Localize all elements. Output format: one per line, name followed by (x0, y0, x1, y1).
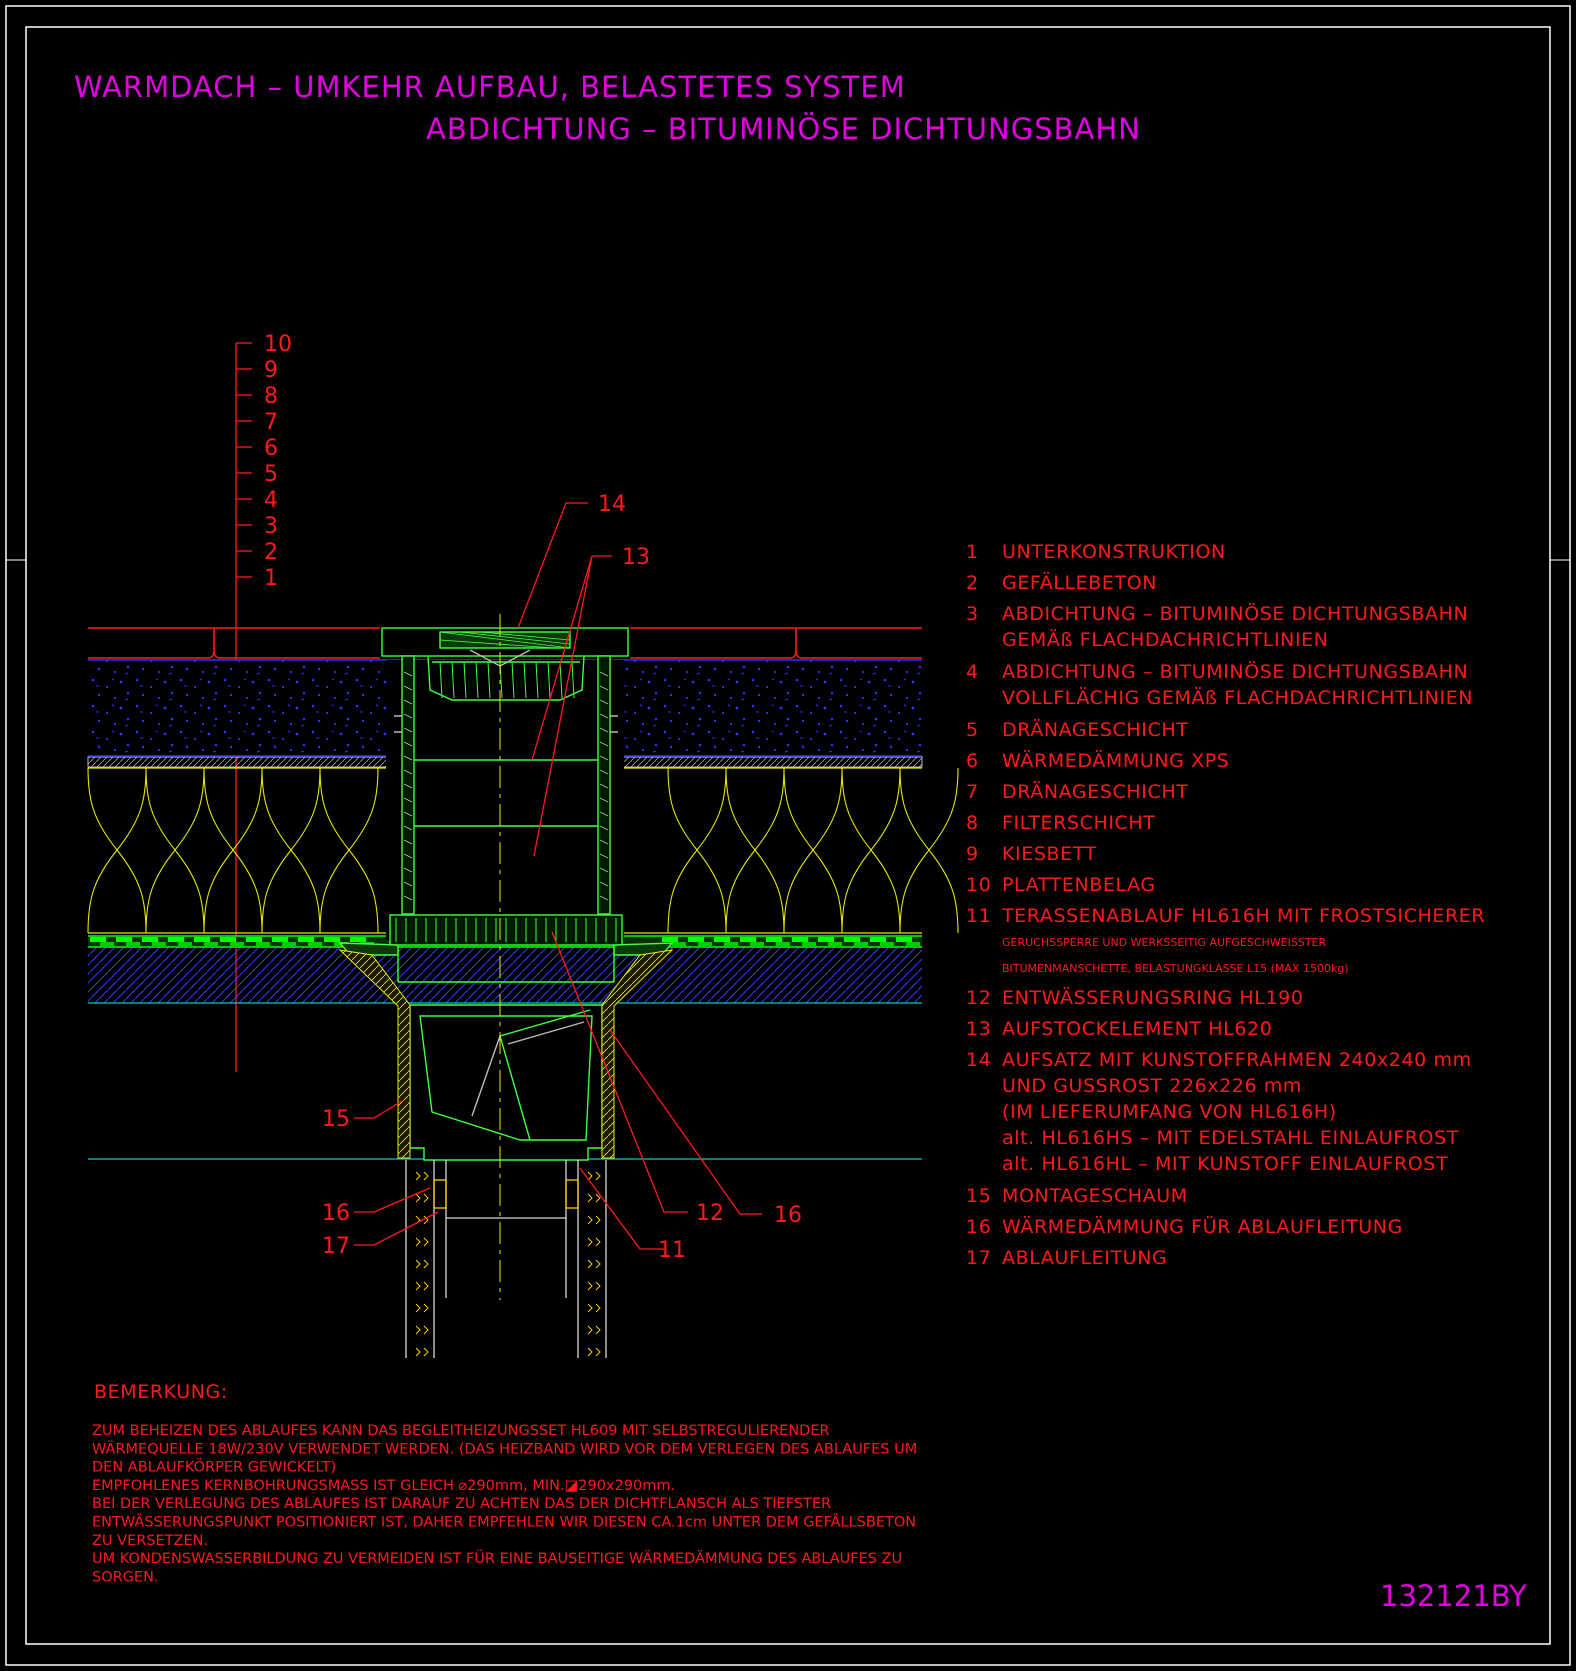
drain-pipe (405, 1160, 607, 1358)
scale-label: 9 (264, 358, 278, 383)
callout-17: 17 (322, 1234, 350, 1259)
legend-text: MONTAGESCHAUM (1002, 1185, 1188, 1207)
remark-line: ZU VERSETZEN. (92, 1533, 208, 1549)
legend-number: 9 (966, 843, 979, 865)
legend-text: FILTERSCHICHT (1002, 812, 1156, 834)
remark-line: BEI DER VERLEGUNG DES ABLAUFES IST DARAU… (92, 1496, 831, 1512)
legend-number: 11 (966, 905, 991, 927)
legend-text: (IM LIEFERUMFANG VON HL616H) (1002, 1101, 1337, 1123)
legend-number: 6 (966, 750, 979, 772)
scale-label: 1 (264, 566, 278, 591)
legend-number: 7 (966, 781, 979, 803)
legend-text: alt. HL616HS – MIT EDELSTAHL EINLAUFROST (1002, 1127, 1459, 1149)
legend-text: ABDICHTUNG – BITUMINÖSE DICHTUNGSBAHN (1002, 660, 1468, 683)
remark-line: UM KONDENSWASSERBILDUNG ZU VERMEIDEN IST… (92, 1549, 902, 1567)
legend-text: AUFSTOCKELEMENT HL620 (1002, 1018, 1272, 1040)
legend-number: 14 (966, 1049, 991, 1071)
legend-number: 16 (966, 1216, 991, 1238)
title-line-1: WARMDACH – UMKEHR AUFBAU, BELASTETES SYS… (74, 70, 906, 104)
scale-label: 5 (264, 462, 278, 487)
legend-number: 12 (966, 987, 991, 1009)
scale-label: 2 (264, 540, 278, 565)
remark-line: DEN ABLAUFKÖRPER GEWICKELT) (92, 1458, 336, 1476)
remark-line: EMPFOHLENES KERNBOHRUNGSMASS IST GLEICH … (92, 1478, 675, 1494)
legend-text: ENTWÄSSERUNGSRING HL190 (1002, 986, 1304, 1009)
legend-text: UNTERKONSTRUKTION (1002, 541, 1226, 563)
callout-11: 11 (658, 1238, 686, 1263)
legend-small-text: GERUCHSSPERRE UND WERKSSEITIG AUFGESCHWE… (1002, 936, 1326, 949)
legend-number: 10 (966, 874, 991, 896)
callout-14: 14 (598, 492, 626, 517)
drawing-number: 132121BY (1380, 1579, 1527, 1613)
scale-label: 7 (264, 410, 278, 435)
legend-text: GEFÄLLEBETON (1002, 571, 1157, 594)
legend-text: UND GUSSROST 226x226 mm (1002, 1075, 1302, 1097)
legend-number: 2 (966, 572, 979, 594)
legend-number: 15 (966, 1185, 991, 1207)
remarks-text: ZUM BEHEIZEN DES ABLAUFES KANN DAS BEGLE… (92, 1423, 917, 1585)
legend-number: 13 (966, 1018, 991, 1040)
legend-text: AUFSATZ MIT KUNSTOFFRAHMEN 240x240 mm (1002, 1049, 1472, 1071)
scale-label: 8 (264, 384, 278, 409)
legend-number: 1 (966, 541, 979, 563)
legend-text: TERASSENABLAUF HL616H MIT FROSTSICHERER (1001, 905, 1485, 927)
legend-text: DRÄNAGESCHICHT (1002, 718, 1188, 741)
legend-text: GEMÄß FLACHDACHRICHTLINIEN (1002, 628, 1329, 651)
scale-label: 4 (264, 488, 278, 513)
remark-line: ZUM BEHEIZEN DES ABLAUFES KANN DAS BEGLE… (92, 1423, 830, 1439)
legend: 1 UNTERKONSTRUKTION 2 GEFÄLLEBETON 3 ABDICHTU… (966, 541, 1485, 1269)
legend-text: ABDICHTUNG – BITUMINÖSE DICHTUNGSBAHN (1002, 602, 1468, 625)
callout-13: 13 (622, 545, 650, 570)
callout-16-right: 16 (774, 1203, 802, 1228)
slope-concrete-layer (88, 947, 922, 1003)
legend-number: 3 (966, 603, 979, 625)
legend-text: WÄRMEDÄMMUNG FÜR ABLAUFLEITUNG (1002, 1215, 1403, 1238)
remark-line: SORGEN. (92, 1569, 159, 1585)
scale-label: 6 (264, 436, 278, 461)
legend-text: PLATTENBELAG (1002, 874, 1156, 896)
legend-text: KIESBETT (1002, 843, 1097, 865)
remarks-heading: BEMERKUNG: (94, 1381, 228, 1403)
legend-text: VOLLFLÄCHIG GEMÄß FLACHDACHRICHTLINIEN (1002, 686, 1473, 709)
remark-line: ENTWÄSSERUNGSPUNKT POSITIONIERT IST, DAH… (92, 1513, 916, 1531)
callout-16-left: 16 (322, 1201, 350, 1226)
scale-label: 3 (264, 514, 278, 539)
remark-line: WÄRMEQUELLE 18W/230V VERWENDET WERDEN. (… (92, 1439, 917, 1457)
roof-section (87, 614, 959, 1358)
legend-text: alt. HL616HL – MIT KUNSTOFF EINLAUFROST (1002, 1153, 1448, 1175)
cad-drawing-sheet: WARMDACH – UMKEHR AUFBAU, BELASTETES SYS… (5, 5, 1571, 1666)
scale-label: 10 (264, 332, 292, 357)
callout-15: 15 (322, 1107, 350, 1132)
callout-12: 12 (696, 1201, 724, 1226)
legend-number: 5 (966, 719, 979, 741)
legend-number: 8 (966, 812, 979, 834)
drawing-frame (5, 5, 1571, 1666)
legend-number: 4 (966, 661, 979, 683)
title-line-2: ABDICHTUNG – BITUMINÖSE DICHTUNGSBAHN (426, 112, 1141, 146)
legend-small-text: BITUMENMANSCHETTE, BELASTUNGKLASSE L15 (… (1002, 962, 1349, 975)
legend-text: DRÄNAGESCHICHT (1002, 780, 1188, 803)
legend-number: 17 (966, 1247, 991, 1269)
legend-text: ABLAUFLEITUNG (1002, 1247, 1167, 1269)
legend-text: WÄRMEDÄMMUNG XPS (1002, 749, 1229, 772)
